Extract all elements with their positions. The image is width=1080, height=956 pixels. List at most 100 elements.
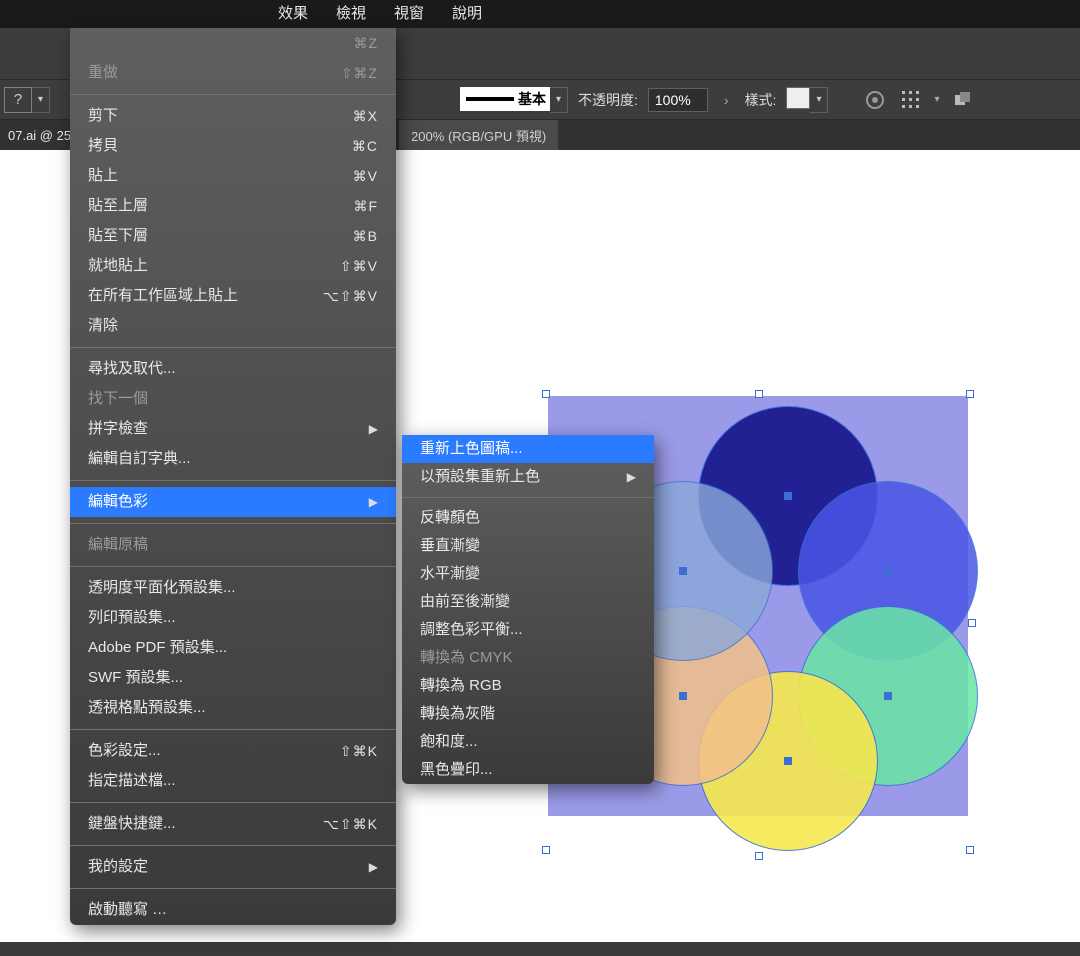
chevron-right-icon[interactable]: › [718,92,735,108]
menu-item-label: 調整色彩平衡... [420,619,523,641]
help-icon[interactable]: ? [4,87,32,113]
menu-item[interactable]: 就地貼上⇧⌘V [70,251,396,281]
menu-separator [70,802,396,803]
menu-shortcut: ⌘F [353,195,378,217]
menu-item[interactable]: 由前至後漸變 [402,588,654,616]
menu-item-label: SWF 預設集... [88,667,183,689]
menu-item-label: 啟動聽寫 … [88,899,167,921]
menu-shortcut: ⌘V [353,165,378,187]
menu-item[interactable]: 黑色疊印... [402,756,654,784]
chevron-down-icon[interactable]: ▾ [934,94,939,105]
menu-item[interactable]: 指定描述檔... [70,766,396,796]
menu-item: 找下一個 [70,384,396,414]
recolor-icon[interactable] [862,87,888,113]
tab-active[interactable]: 200% (RGB/GPU 預視) [399,120,558,150]
menu-item[interactable]: 貼至上層 ⌘F [70,191,396,221]
menu-item[interactable]: 重新上色圖稿... [402,435,654,463]
menu-item: 重做 ⇧⌘Z [70,58,396,88]
menu-item[interactable]: 色彩設定...⇧⌘K [70,736,396,766]
menubar-item[interactable]: 視窗 [380,0,438,28]
menu-separator [70,523,396,524]
selection-handle[interactable] [968,619,976,627]
menu-separator [402,497,654,498]
menu-item-label: 鍵盤快捷鍵... [88,813,176,835]
menu-separator [70,845,396,846]
menu-item-label: 反轉顏色 [420,507,480,529]
menu-item[interactable]: 編輯自訂字典... [70,444,396,474]
stroke-preset[interactable]: 基本 [460,87,550,111]
menu-item[interactable]: 調整色彩平衡... [402,616,654,644]
align-grid-icon[interactable] [898,87,924,113]
menu-item-label: 垂直漸變 [420,535,480,557]
menu-shortcut: ⌘X [353,105,378,127]
menu-item[interactable]: 以預設集重新上色▶ [402,463,654,491]
menu-item[interactable]: 反轉顏色 [402,504,654,532]
menu-item[interactable]: 垂直漸變 [402,532,654,560]
menu-item[interactable]: 列印預設集... [70,603,396,633]
menu-item-label: 黑色疊印... [420,759,493,781]
edit-colors-submenu: 重新上色圖稿...以預設集重新上色▶ 反轉顏色垂直漸變水平漸變由前至後漸變調整色彩… [402,435,654,784]
menu-item[interactable]: 貼上 ⌘V [70,161,396,191]
anchor-point[interactable] [679,692,687,700]
anchor-point[interactable] [884,567,892,575]
opacity-field[interactable]: 100% [648,88,708,112]
menu-item-label: 貼至上層 [88,195,148,217]
menu-item[interactable]: Adobe PDF 預設集... [70,633,396,663]
anchor-point[interactable] [784,492,792,500]
anchor-point[interactable] [784,757,792,765]
menu-item[interactable]: 水平漸變 [402,560,654,588]
menu-item-label: 轉換為 CMYK [420,647,513,669]
selection-handle[interactable] [542,390,550,398]
menu-item[interactable]: 在所有工作區域上貼上⌥⇧⌘V [70,281,396,311]
menu-item-label: 在所有工作區域上貼上 [88,285,238,307]
menubar: 效果 檢視 視窗 說明 [0,0,1080,28]
menubar-item[interactable]: 檢視 [322,0,380,28]
menu-separator [70,729,396,730]
menu-item-label: 找下一個 [88,388,148,410]
menu-item[interactable]: 我的設定▶ [70,852,396,882]
menu-shortcut: ⇧⌘Z [341,62,378,84]
menu-item[interactable]: 貼至下層⌘B [70,221,396,251]
menu-item[interactable]: 剪下⌘X [70,101,396,131]
menu-item[interactable]: 啟動聽寫 … [70,895,396,925]
menu-item[interactable]: 轉換為灰階 [402,700,654,728]
chevron-down-icon[interactable]: ▾ [550,87,568,113]
selection-handle[interactable] [966,846,974,854]
menu-item-label: 拼字檢查 [88,418,148,440]
menu-item[interactable]: 鍵盤快捷鍵...⌥⇧⌘K [70,809,396,839]
menu-item[interactable]: 拼字檢查▶ [70,414,396,444]
menu-item[interactable]: SWF 預設集... [70,663,396,693]
stroke-label: 基本 [514,89,550,109]
menu-item[interactable]: 透明度平面化預設集... [70,573,396,603]
menu-item[interactable]: 拷貝⌘C [70,131,396,161]
menu-item-label: 清除 [88,315,118,337]
anchor-point[interactable] [679,567,687,575]
chevron-down-icon[interactable]: ▾ [810,87,828,113]
menu-shortcut: ⇧⌘K [340,740,378,762]
menubar-item[interactable]: 效果 [264,0,322,28]
menu-item-label: 編輯原稿 [88,534,148,556]
menu-item-label: 由前至後漸變 [420,591,510,613]
selection-handle[interactable] [966,390,974,398]
arrange-icon[interactable] [949,87,975,113]
selection-handle[interactable] [542,846,550,854]
menu-item[interactable]: 清除 [70,311,396,341]
style-swatch[interactable] [786,87,810,109]
selection-handle[interactable] [755,852,763,860]
menu-item-label: 透明度平面化預設集... [88,577,236,599]
menu-item-label: 拷貝 [88,135,118,157]
status-bar [0,942,1080,956]
menu-item[interactable]: 透視格點預設集... [70,693,396,723]
menu-item[interactable]: 尋找及取代... [70,354,396,384]
chevron-down-icon[interactable]: ▾ [32,87,50,113]
anchor-point[interactable] [884,692,892,700]
menu-item[interactable]: 編輯色彩▶ [70,487,396,517]
menu-item[interactable]: 飽和度... [402,728,654,756]
selection-handle[interactable] [755,390,763,398]
tab-inactive-label[interactable]: 07.ai @ 25 [0,128,79,143]
menu-item[interactable]: 轉換為 RGB [402,672,654,700]
menu-item-label: 重做 [88,62,118,84]
menu-item-label: 貼至下層 [88,225,148,247]
menubar-item[interactable]: 說明 [438,0,496,28]
menu-item-label: 貼上 [88,165,118,187]
